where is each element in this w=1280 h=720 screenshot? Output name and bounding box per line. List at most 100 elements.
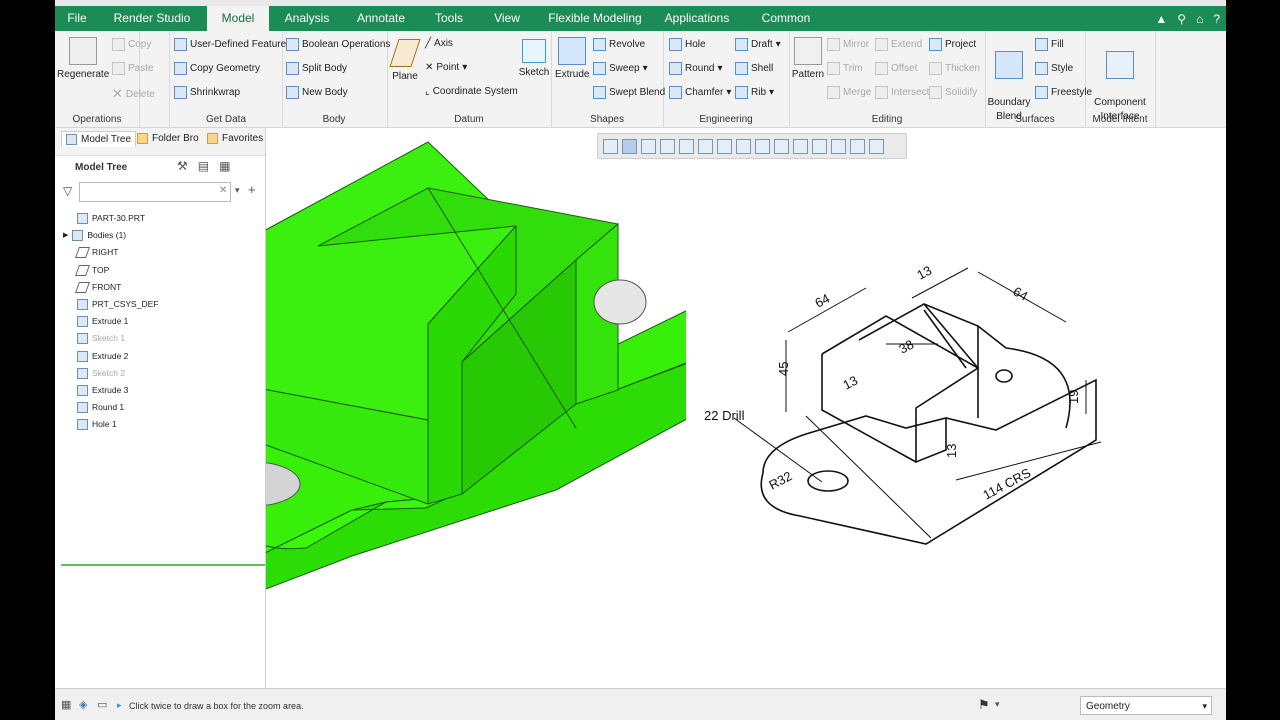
- layout-icon[interactable]: ▦: [61, 698, 71, 711]
- mirror-button[interactable]: Mirror: [827, 38, 869, 51]
- tree-item[interactable]: Hole 1: [77, 416, 117, 433]
- chevron-down-icon[interactable]: ▾: [235, 185, 240, 196]
- plane-button[interactable]: Plane: [389, 39, 421, 84]
- group-label-datum[interactable]: Datum: [387, 114, 551, 125]
- group-label-shapes[interactable]: Shapes: [551, 114, 663, 125]
- point-button[interactable]: ✕ Point ▾: [425, 62, 467, 73]
- offset-button[interactable]: Offset: [875, 62, 918, 75]
- tab-applications[interactable]: Applications: [659, 6, 735, 31]
- tree-item[interactable]: Extrude 3: [77, 382, 128, 399]
- round-button[interactable]: Round ▾: [669, 62, 723, 75]
- user-defined-feature-button[interactable]: User-Defined Feature: [174, 38, 286, 51]
- model-canvas: 64 13 64 45 38 13 19 13 22 Drill R32 114…: [266, 141, 1106, 590]
- boolean-operations-button[interactable]: Boolean Operations: [286, 38, 390, 51]
- copy-button[interactable]: Copy: [112, 38, 151, 51]
- boundary-blend-button[interactable]: Boundary Blend: [987, 37, 1031, 124]
- tree-item[interactable]: Extrude 2: [77, 348, 128, 365]
- split-body-button[interactable]: Split Body: [286, 62, 347, 75]
- tree-item[interactable]: Round 1: [77, 399, 124, 416]
- solidify-button[interactable]: Solidify: [929, 86, 977, 99]
- show-icon[interactable]: ▤: [198, 159, 209, 173]
- selection-filter[interactable]: Geometry ▾: [1080, 696, 1212, 715]
- swept-blend-button[interactable]: Swept Blend: [593, 86, 665, 99]
- model-tree-panel: Model Tree Folder Bro Favorites Model Tr…: [55, 128, 266, 688]
- tab-model-tree[interactable]: Model Tree: [61, 131, 137, 147]
- tab-tools[interactable]: Tools: [427, 6, 471, 31]
- group-label-get-data[interactable]: Get Data: [170, 114, 282, 125]
- tree-item[interactable]: RIGHT: [74, 244, 118, 261]
- extend-button[interactable]: Extend: [875, 38, 922, 51]
- tree-item[interactable]: Extrude 1: [77, 313, 128, 330]
- axis-button[interactable]: ╱ Axis: [425, 38, 453, 49]
- shell-button[interactable]: Shell: [735, 62, 773, 75]
- paste-button[interactable]: Paste: [112, 62, 154, 75]
- tree-item[interactable]: Sketch 1: [77, 330, 125, 347]
- group-label-editing[interactable]: Editing: [789, 114, 985, 125]
- tree-item[interactable]: TOP: [74, 262, 109, 279]
- tree-item[interactable]: PRT_CSYS_DEF: [77, 296, 158, 313]
- tree-item[interactable]: Sketch 2: [77, 365, 125, 382]
- tab-analysis[interactable]: Analysis: [279, 6, 335, 31]
- tab-view[interactable]: View: [487, 6, 527, 31]
- copy-geometry-button[interactable]: Copy Geometry: [174, 62, 260, 75]
- navigator-icon[interactable]: ◈: [79, 698, 87, 711]
- tab-render-studio[interactable]: Render Studio: [107, 6, 197, 31]
- tab-annotate[interactable]: Annotate: [351, 6, 411, 31]
- tree-item-label: Round 1: [92, 402, 125, 413]
- clear-icon[interactable]: ✕: [219, 185, 227, 196]
- thicken-button[interactable]: Thicken: [929, 62, 980, 75]
- help-icon[interactable]: ?: [1213, 12, 1220, 26]
- merge-button[interactable]: Merge: [827, 86, 871, 99]
- tab-favorites[interactable]: Favorites: [207, 133, 263, 144]
- settings-icon[interactable]: ⚒: [177, 159, 188, 173]
- fill-button[interactable]: Fill: [1035, 38, 1064, 51]
- tab-model[interactable]: Model: [207, 6, 269, 31]
- learning-icon[interactable]: ⌂: [1196, 12, 1203, 26]
- delete-button[interactable]: ✕ Delete: [112, 86, 155, 102]
- tab-common[interactable]: Common: [755, 6, 817, 31]
- rib-button[interactable]: Rib ▾: [735, 86, 774, 99]
- tree-item[interactable]: PART-30.PRT: [77, 210, 145, 227]
- columns-icon[interactable]: ▦: [219, 159, 230, 173]
- tree-item[interactable]: ▶ Bodies (1): [63, 227, 126, 244]
- find-icon[interactable]: ⚑: [978, 697, 990, 713]
- group-label-body[interactable]: Body: [281, 114, 387, 125]
- regenerate-button[interactable]: Regenerate: [57, 37, 109, 82]
- shrinkwrap-button[interactable]: Shrinkwrap: [174, 86, 240, 99]
- new-body-button[interactable]: New Body: [286, 86, 348, 99]
- graphics-area[interactable]: 64 13 64 45 38 13 19 13 22 Drill R32 114…: [266, 128, 1226, 688]
- sweep-button[interactable]: Sweep ▾: [593, 62, 648, 75]
- group-label-model-intent[interactable]: Model Intent: [1085, 114, 1155, 125]
- revolve-button[interactable]: Revolve: [593, 38, 645, 51]
- draft-button[interactable]: Draft ▾: [735, 38, 781, 51]
- sketch-button[interactable]: Sketch: [517, 39, 551, 80]
- group-label-operations[interactable]: Operations: [55, 114, 139, 125]
- freestyle-button[interactable]: Freestyle: [1035, 86, 1092, 99]
- pattern-button[interactable]: Pattern: [791, 37, 825, 82]
- extrude-button[interactable]: Extrude: [555, 37, 589, 82]
- tree-item-label: Extrude 3: [92, 385, 129, 395]
- tab-folder-browser[interactable]: Folder Bro: [137, 133, 199, 144]
- trim-button[interactable]: Trim: [827, 62, 863, 75]
- filter-icon[interactable]: ▽: [63, 184, 72, 198]
- browser-icon[interactable]: ▭: [97, 698, 107, 711]
- chevron-down-icon[interactable]: ▾: [995, 699, 1000, 710]
- project-button[interactable]: Project: [929, 38, 976, 51]
- tree-search-input[interactable]: [79, 182, 231, 202]
- search-icon[interactable]: ⚲: [1177, 12, 1186, 26]
- style-button[interactable]: Style: [1035, 62, 1073, 75]
- tab-file[interactable]: File: [55, 6, 99, 31]
- component-interface-button[interactable]: Component Interface: [1089, 37, 1151, 124]
- group-label-surfaces[interactable]: Surfaces: [985, 114, 1085, 125]
- group-label-engineering[interactable]: Engineering: [663, 114, 789, 125]
- tree-item-label: Sketch 1: [92, 333, 126, 344]
- coordinate-system-button[interactable]: ⌞ Coordinate System: [425, 86, 518, 97]
- hole-button[interactable]: Hole: [669, 38, 706, 51]
- expand-icon[interactable]: ▶: [63, 227, 68, 244]
- intersect-button[interactable]: Intersect: [875, 86, 929, 99]
- add-icon[interactable]: +: [248, 182, 256, 197]
- chamfer-button[interactable]: Chamfer ▾: [669, 86, 731, 99]
- tab-flexible-modeling[interactable]: Flexible Modeling: [547, 6, 643, 31]
- tree-item[interactable]: FRONT: [74, 279, 121, 296]
- collapse-ribbon-icon[interactable]: ▲: [1155, 12, 1167, 26]
